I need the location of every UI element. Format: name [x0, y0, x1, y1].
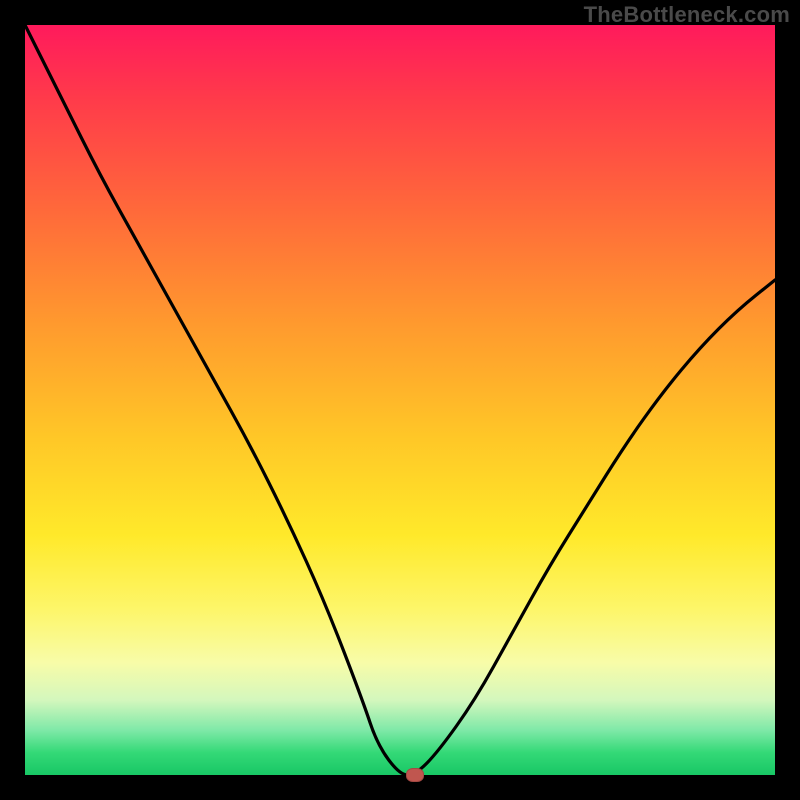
plot-area — [25, 25, 775, 775]
chart-frame: TheBottleneck.com — [0, 0, 800, 800]
bottleneck-curve — [25, 25, 775, 775]
optimal-point-marker — [406, 768, 424, 782]
watermark-text: TheBottleneck.com — [584, 2, 790, 28]
